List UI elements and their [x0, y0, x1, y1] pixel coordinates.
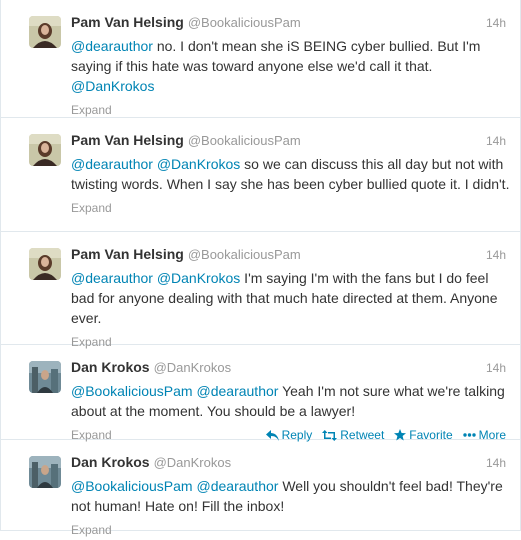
mention-link[interactable]: @dearauthor — [197, 383, 279, 399]
tweet-item[interactable]: Pam Van Helsing @BookaliciousPam 14h @de… — [1, 232, 520, 349]
tweet-text: @dearauthor no. I don't mean she iS BEIN… — [71, 36, 511, 96]
avatar-pam[interactable] — [29, 16, 61, 48]
mention-link[interactable]: @dearauthor — [71, 270, 153, 286]
tweet-header: Dan Krokos @DanKrokos 14h — [71, 359, 508, 379]
tweet-header: Pam Van Helsing @BookaliciousPam 14h — [71, 132, 508, 152]
author-fullname[interactable]: Dan Krokos — [71, 359, 150, 375]
tweet-footer: Expand — [71, 520, 508, 540]
tweet-footer: Expand — [71, 100, 508, 120]
author-fullname[interactable]: Pam Van Helsing — [71, 132, 184, 148]
expand-link[interactable]: Expand — [71, 103, 112, 117]
author-fullname[interactable]: Dan Krokos — [71, 454, 150, 470]
author-username[interactable]: @BookaliciousPam — [188, 133, 301, 148]
mention-link[interactable]: @dearauthor — [71, 156, 153, 172]
avatar-dan[interactable] — [29, 456, 61, 488]
expand-link[interactable]: Expand — [71, 523, 112, 537]
tweet-text: @dearauthor @DanKrokos I'm saying I'm wi… — [71, 268, 511, 328]
tweet-item[interactable]: Pam Van Helsing @BookaliciousPam 14h @de… — [1, 118, 520, 232]
avatar-dan[interactable] — [29, 361, 61, 393]
tweet-timestamp[interactable]: 14h — [486, 456, 508, 470]
tweet-header: Pam Van Helsing @BookaliciousPam 14h — [71, 14, 508, 34]
tweet-timestamp[interactable]: 14h — [486, 248, 508, 262]
mention-link[interactable]: @DanKrokos — [157, 156, 240, 172]
tweet-item[interactable]: Pam Van Helsing @BookaliciousPam 14h @de… — [1, 0, 520, 118]
tweet-text: @dearauthor @DanKrokos so we can discuss… — [71, 154, 511, 194]
tweet-timestamp[interactable]: 14h — [486, 134, 508, 148]
expand-link[interactable]: Expand — [71, 201, 112, 215]
avatar-pam[interactable] — [29, 248, 61, 280]
author-username[interactable]: @DanKrokos — [154, 360, 232, 375]
tweet-text: @BookaliciousPam @dearauthor Yeah I'm no… — [71, 381, 511, 421]
mention-link[interactable]: @dearauthor — [197, 478, 279, 494]
mention-link[interactable]: @DanKrokos — [71, 78, 154, 94]
tweet-item[interactable]: Dan Krokos @DanKrokos 14h @BookaliciousP… — [1, 440, 520, 537]
author-username[interactable]: @BookaliciousPam — [188, 247, 301, 262]
tweet-text: @BookaliciousPam @dearauthor Well you sh… — [71, 476, 511, 516]
tweet-timestamp[interactable]: 14h — [486, 361, 508, 375]
mention-link[interactable]: @DanKrokos — [157, 270, 240, 286]
more-dots-icon — [462, 433, 476, 437]
author-username[interactable]: @DanKrokos — [154, 455, 232, 470]
mention-link[interactable]: @BookaliciousPam — [71, 478, 193, 494]
avatar-pam[interactable] — [29, 134, 61, 166]
tweet-item[interactable]: Dan Krokos @DanKrokos 14h @BookaliciousP… — [1, 345, 520, 442]
reply-arrow-icon — [265, 429, 279, 441]
author-fullname[interactable]: Pam Van Helsing — [71, 14, 184, 30]
tweet-header: Dan Krokos @DanKrokos 14h — [71, 454, 508, 474]
tweet-timeline: Pam Van Helsing @BookaliciousPam 14h @de… — [0, 0, 521, 537]
tweet-header: Pam Van Helsing @BookaliciousPam 14h — [71, 246, 508, 266]
retweet-icon — [322, 429, 338, 441]
mention-link[interactable]: @BookaliciousPam — [71, 383, 193, 399]
author-fullname[interactable]: Pam Van Helsing — [71, 246, 184, 262]
tweet-timestamp[interactable]: 14h — [486, 16, 508, 30]
tweet-footer: Expand — [71, 198, 508, 218]
mention-link[interactable]: @dearauthor — [71, 38, 153, 54]
author-username[interactable]: @BookaliciousPam — [188, 15, 301, 30]
